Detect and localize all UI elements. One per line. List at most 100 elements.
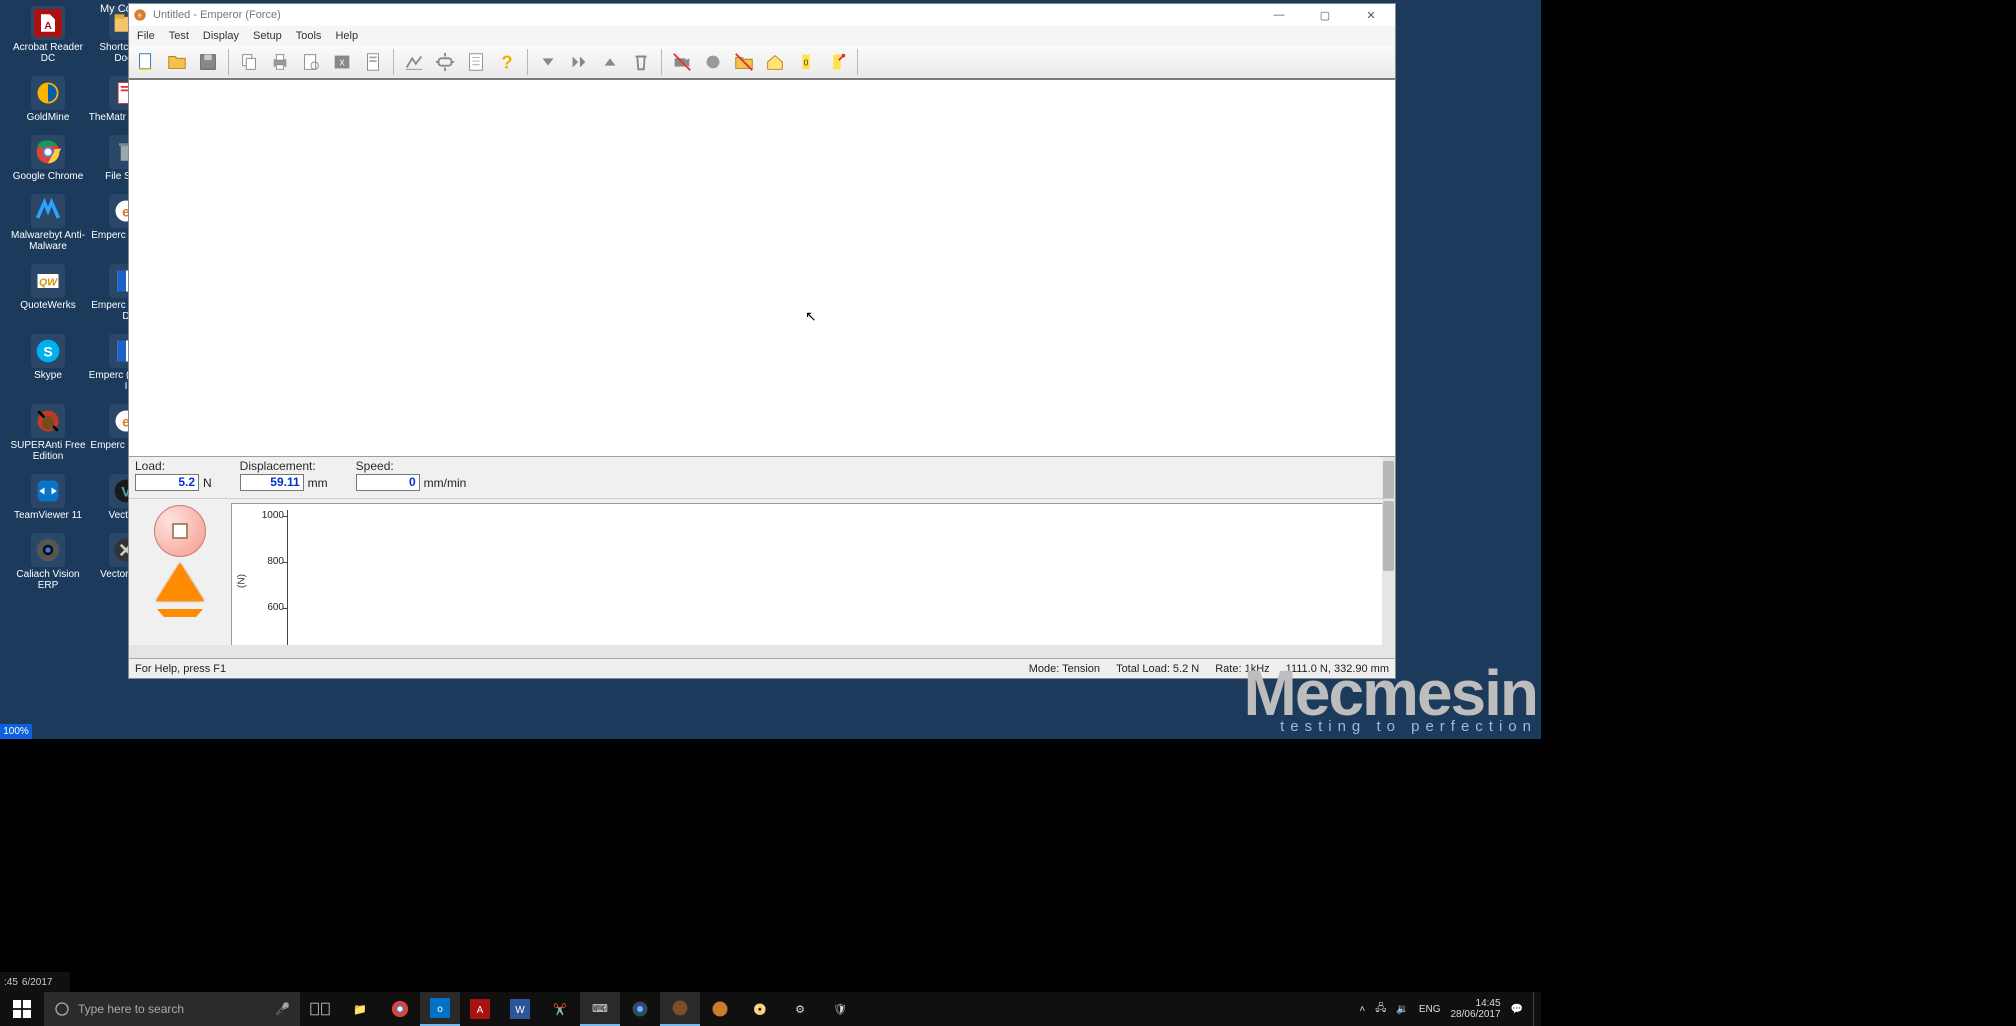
up-button[interactable] bbox=[596, 48, 624, 76]
no-folder-button[interactable] bbox=[730, 48, 758, 76]
menu-display[interactable]: Display bbox=[203, 30, 239, 42]
minimize-button[interactable]: — bbox=[1259, 5, 1299, 25]
svg-text:?: ? bbox=[501, 51, 512, 72]
displacement-value[interactable]: 59.11 bbox=[240, 474, 304, 491]
y-axis-line bbox=[287, 510, 288, 653]
new-button[interactable] bbox=[132, 48, 160, 76]
icon-label: Google Chrome bbox=[13, 171, 84, 182]
tb-word[interactable]: W bbox=[500, 992, 540, 1026]
zero-load-button[interactable]: 0 bbox=[792, 48, 820, 76]
jog-down-button[interactable] bbox=[157, 609, 203, 617]
tb-app5[interactable]: ⚙ bbox=[780, 992, 820, 1026]
tb-app6[interactable]: 🛡 bbox=[820, 992, 860, 1026]
brand-watermark: Mecmesin testing to perfection bbox=[1244, 668, 1537, 735]
menu-test[interactable]: Test bbox=[169, 30, 189, 42]
load-value[interactable]: 5.2 bbox=[135, 474, 199, 491]
tb-outlook[interactable]: o bbox=[420, 992, 460, 1026]
tray-clock[interactable]: 14:45 28/06/2017 bbox=[1450, 998, 1500, 1020]
icon-label: TeamViewer 11 bbox=[14, 510, 82, 521]
delete-sample-button[interactable] bbox=[627, 48, 655, 76]
print-preview-button[interactable] bbox=[297, 48, 325, 76]
step-button[interactable] bbox=[565, 48, 593, 76]
displacement-label: Displacement: bbox=[240, 459, 328, 473]
show-desktop-button[interactable] bbox=[1533, 992, 1541, 1026]
tray-chevron-icon[interactable]: ˄ bbox=[1359, 1004, 1365, 1015]
menu-setup[interactable]: Setup bbox=[253, 30, 282, 42]
speed-value[interactable]: 0 bbox=[356, 474, 420, 491]
stop-button[interactable] bbox=[154, 505, 206, 557]
bug-icon bbox=[31, 404, 65, 438]
titlebar[interactable]: e Untitled - Emperor (Force) — ▢ ✕ bbox=[129, 4, 1395, 26]
desktop-icon-quotewerks[interactable]: QWQuoteWerks bbox=[10, 262, 86, 328]
desktop-icon-skype[interactable]: SSkype bbox=[10, 332, 86, 398]
help-button[interactable]: ? bbox=[493, 48, 521, 76]
notes-button[interactable] bbox=[462, 48, 490, 76]
jog-up-button[interactable] bbox=[156, 563, 204, 601]
tb-keyboard[interactable]: ⌨ bbox=[580, 992, 620, 1026]
taskview-button[interactable] bbox=[300, 992, 340, 1026]
desktop-icon-chrome[interactable]: Google Chrome bbox=[10, 133, 86, 188]
zero-graph-button[interactable] bbox=[400, 48, 428, 76]
tray-network-icon[interactable]: 🖧 bbox=[1375, 1001, 1386, 1018]
copy-button[interactable] bbox=[235, 48, 263, 76]
chrome-icon bbox=[31, 135, 65, 169]
graph-hscroll[interactable] bbox=[129, 645, 1382, 658]
zoom-badge[interactable]: 100% bbox=[0, 724, 32, 739]
displacement-unit: mm bbox=[308, 476, 328, 490]
print-button[interactable] bbox=[266, 48, 294, 76]
desktop-icon-superantispyware[interactable]: SUPERAnti Free Edition bbox=[10, 402, 86, 468]
desktop-icon-acrobat[interactable]: AAcrobat Reader DC bbox=[10, 4, 86, 70]
menu-file[interactable]: File bbox=[137, 30, 155, 42]
readout-scrollbar[interactable] bbox=[1382, 457, 1395, 498]
ytick-800: 800 bbox=[258, 556, 284, 567]
taskbar-search[interactable]: Type here to search 🎤 bbox=[44, 992, 300, 1026]
no-camera-button[interactable] bbox=[668, 48, 696, 76]
menu-help[interactable]: Help bbox=[335, 30, 358, 42]
tray-volume-icon[interactable]: 🔉 bbox=[1396, 1004, 1408, 1015]
status-totalload: Total Load: 5.2 N bbox=[1116, 663, 1199, 675]
down-button[interactable] bbox=[534, 48, 562, 76]
run-controls bbox=[129, 499, 231, 658]
window-title: Untitled - Emperor (Force) bbox=[153, 9, 281, 21]
desktop-background[interactable]: My Com AAcrobat Reader DC Shortcut My Do… bbox=[0, 0, 1541, 739]
tb-app2[interactable] bbox=[660, 992, 700, 1026]
home-button[interactable] bbox=[761, 48, 789, 76]
zero-position-button[interactable] bbox=[823, 48, 851, 76]
open-button[interactable] bbox=[163, 48, 191, 76]
tb-snip[interactable]: ✂️ bbox=[540, 992, 580, 1026]
tb-app3[interactable] bbox=[700, 992, 740, 1026]
desktop-icon-malwarebytes[interactable]: Malwarebyt Anti-Malware bbox=[10, 192, 86, 258]
cursor-button[interactable] bbox=[431, 48, 459, 76]
svg-text:o: o bbox=[437, 1004, 443, 1015]
action-center-icon[interactable]: 💬 bbox=[1511, 1004, 1523, 1015]
desktop-icon-goldmine[interactable]: GoldMine bbox=[10, 74, 86, 129]
tb-app4[interactable]: 📀 bbox=[740, 992, 780, 1026]
status-help: For Help, press F1 bbox=[135, 663, 226, 675]
save-button[interactable] bbox=[194, 48, 222, 76]
desktop-icon-caliach[interactable]: Caliach Vision ERP bbox=[10, 531, 86, 597]
live-chart[interactable]: (N) 1000 800 600 bbox=[231, 503, 1387, 658]
tb-app1[interactable] bbox=[620, 992, 660, 1026]
program-canvas[interactable]: ↖ bbox=[129, 80, 1395, 456]
taskbar: :45 6/2017 Type here to search 🎤 📁 o A W… bbox=[0, 992, 1541, 1026]
tb-explorer[interactable]: 📁 bbox=[340, 992, 380, 1026]
desktop-icon-teamviewer[interactable]: TeamViewer 11 bbox=[10, 472, 86, 527]
tb-acrobat[interactable]: A bbox=[460, 992, 500, 1026]
icon-label: QuoteWerks bbox=[20, 300, 75, 311]
maximize-button[interactable]: ▢ bbox=[1305, 5, 1345, 25]
secondary-clock: :45 6/2017 bbox=[0, 972, 70, 992]
tb-chrome[interactable] bbox=[380, 992, 420, 1026]
report-button[interactable] bbox=[359, 48, 387, 76]
close-button[interactable]: ✕ bbox=[1351, 5, 1391, 25]
mic-icon[interactable]: 🎤 bbox=[275, 1002, 290, 1016]
load-unit: N bbox=[203, 476, 212, 490]
export-excel-button[interactable]: X bbox=[328, 48, 356, 76]
graph-vscroll[interactable] bbox=[1382, 499, 1395, 658]
tray-lang[interactable]: ENG bbox=[1419, 1004, 1441, 1015]
record-button[interactable] bbox=[699, 48, 727, 76]
start-button[interactable] bbox=[0, 992, 44, 1026]
graph-area: (N) 1000 800 600 bbox=[129, 498, 1395, 658]
readout-bar: Load: 5.2 N Displacement: 59.11 mm Speed… bbox=[129, 456, 1395, 498]
goldmine-icon bbox=[31, 76, 65, 110]
menu-tools[interactable]: Tools bbox=[296, 30, 322, 42]
